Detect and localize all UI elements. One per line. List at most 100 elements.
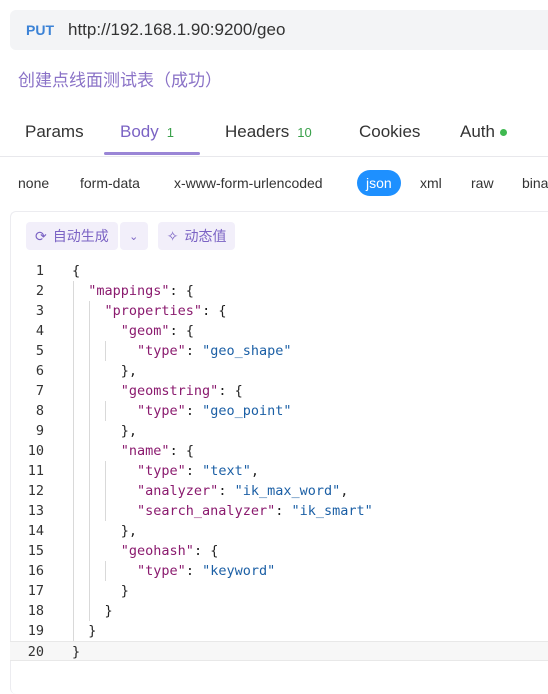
chevron-down-icon: ⌄ — [129, 230, 139, 243]
code-line[interactable]: 7 "geomstring": { — [10, 381, 548, 401]
tab-cookies[interactable]: Cookies — [359, 122, 420, 142]
body-type-binary[interactable]: bina — [522, 175, 548, 191]
code-line[interactable]: 19 } — [10, 621, 548, 641]
indent-guide — [105, 461, 107, 521]
code-line[interactable]: 4 "geom": { — [10, 321, 548, 341]
line-number: 9 — [35, 423, 44, 439]
request-url[interactable]: http://192.168.1.90:9200/geo — [68, 20, 285, 40]
code-text: "analyzer": "ik_max_word", — [137, 483, 349, 499]
code-line[interactable]: 11 "type": "text", — [10, 461, 548, 481]
code-line[interactable]: 2 "mappings": { — [10, 281, 548, 301]
indent-guide — [105, 401, 107, 421]
magic-wand-icon: ✧ — [166, 227, 179, 244]
code-text: { — [72, 263, 81, 279]
json-code-editor[interactable]: 1{2 "mappings": {3 "properties": {4 "geo… — [10, 261, 548, 661]
code-text: }, — [72, 523, 138, 539]
line-number: 17 — [27, 583, 44, 599]
line-number: 6 — [35, 363, 44, 379]
body-type-none[interactable]: none — [18, 175, 49, 191]
code-line[interactable]: 5 "type": "geo_shape" — [10, 341, 548, 361]
request-title[interactable]: 创建点线面测试表（成功） — [18, 66, 222, 91]
code-line[interactable]: 20} — [10, 641, 548, 661]
indent-guide — [73, 281, 74, 641]
dynamic-value-button[interactable]: ✧ 动态值 — [157, 222, 236, 250]
refresh-icon: ⟳ — [35, 227, 47, 244]
code-text: "search_analyzer": "ik_smart" — [137, 503, 373, 519]
tab-body-count: 1 — [166, 124, 174, 140]
auto-generate-button[interactable]: ⟳ 自动生成 — [26, 222, 118, 250]
body-type-json[interactable]: json — [357, 170, 401, 196]
line-number: 12 — [27, 483, 44, 499]
line-number: 13 — [27, 503, 44, 519]
code-text: }, — [72, 423, 138, 439]
line-number: 4 — [35, 323, 44, 339]
line-number: 16 — [27, 563, 44, 579]
code-line[interactable]: 13 "search_analyzer": "ik_smart" — [10, 501, 548, 521]
code-line[interactable]: 18 } — [10, 601, 548, 621]
indent-guide — [105, 341, 107, 361]
tab-cookies-label: Cookies — [359, 122, 421, 141]
code-text: }, — [72, 363, 138, 379]
code-text: "mappings": { — [88, 283, 194, 299]
code-text: "geohash": { — [120, 543, 219, 559]
tab-params-label: Params — [25, 122, 84, 141]
line-number: 5 — [35, 343, 44, 359]
tab-headers-count: 10 — [297, 124, 312, 140]
tab-headers-label: Headers — [225, 122, 290, 141]
code-line[interactable]: 15 "geohash": { — [10, 541, 548, 561]
indent-guide — [105, 561, 107, 581]
line-number: 18 — [27, 603, 44, 619]
line-number: 1 — [35, 263, 44, 279]
body-type-raw[interactable]: raw — [471, 175, 494, 191]
tab-auth-label: Auth — [460, 122, 495, 141]
http-method[interactable]: PUT — [26, 22, 54, 38]
code-line[interactable]: 17 } — [10, 581, 548, 601]
code-line[interactable]: 10 "name": { — [10, 441, 548, 461]
tab-headers[interactable]: Headers 10 — [225, 122, 312, 142]
code-line[interactable]: 8 "type": "geo_point" — [10, 401, 548, 421]
line-number: 7 — [35, 383, 44, 399]
code-text: "type": "keyword" — [137, 563, 276, 579]
indent-guide — [89, 301, 91, 621]
body-type-selector: none form-data x-www-form-urlencoded jso… — [0, 165, 548, 205]
tab-params[interactable]: Params — [25, 122, 84, 142]
tab-body[interactable]: Body 1 — [120, 122, 174, 142]
code-text: } — [72, 583, 129, 599]
code-line[interactable]: 9 }, — [10, 421, 548, 441]
dynamic-value-label: 动态值 — [184, 228, 227, 244]
line-number: 11 — [27, 463, 44, 479]
code-line[interactable]: 14 }, — [10, 521, 548, 541]
line-number: 2 — [35, 283, 44, 299]
code-line[interactable]: 6 }, — [10, 361, 548, 381]
line-number: 15 — [27, 543, 44, 559]
body-type-xml[interactable]: xml — [420, 175, 442, 191]
code-text: "geomstring": { — [120, 383, 243, 399]
code-text: "properties": { — [104, 303, 227, 319]
line-number: 19 — [27, 623, 44, 639]
code-line[interactable]: 3 "properties": { — [10, 301, 548, 321]
body-type-form-data[interactable]: form-data — [80, 175, 140, 191]
code-text: "name": { — [120, 443, 194, 459]
auto-generate-label: 自动生成 — [52, 228, 109, 244]
tab-auth[interactable]: Auth — [460, 122, 507, 142]
code-text: } — [72, 623, 97, 639]
auth-status-dot-icon — [499, 128, 507, 136]
code-text: } — [72, 603, 113, 619]
editor-toolbar: ⟳ 自动生成 ⌄ ✧ 动态值 — [26, 222, 236, 250]
line-number: 10 — [27, 443, 44, 459]
code-line[interactable]: 16 "type": "keyword" — [10, 561, 548, 581]
line-number: 14 — [27, 523, 44, 539]
code-text: } — [72, 644, 81, 660]
auto-generate-dropdown[interactable]: ⌄ — [119, 222, 148, 250]
url-bar[interactable]: PUT http://192.168.1.90:9200/geo — [10, 10, 548, 50]
line-number: 3 — [35, 303, 44, 319]
code-line[interactable]: 1{ — [10, 261, 548, 281]
body-type-urlencoded[interactable]: x-www-form-urlencoded — [174, 175, 323, 191]
active-tab-indicator — [104, 152, 200, 155]
code-text: "geom": { — [120, 323, 194, 339]
code-text: "type": "text", — [137, 463, 259, 479]
line-number: 8 — [35, 403, 44, 419]
tab-body-label: Body — [120, 122, 159, 141]
line-number: 20 — [27, 644, 44, 660]
code-line[interactable]: 12 "analyzer": "ik_max_word", — [10, 481, 548, 501]
